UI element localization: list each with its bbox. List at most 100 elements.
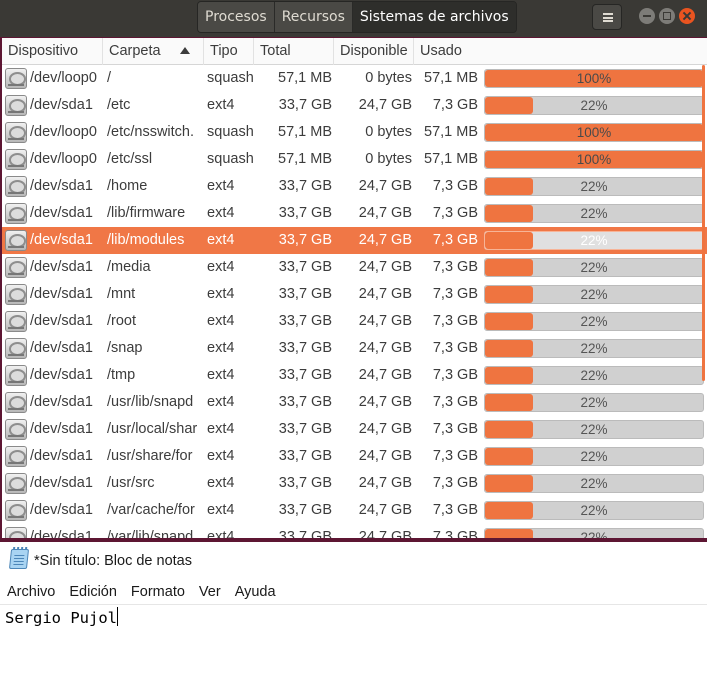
cell-total: 33,7 GB bbox=[278, 205, 332, 221]
column-header-tipo[interactable]: Tipo bbox=[204, 38, 254, 65]
column-header-dispositivo[interactable]: Dispositivo bbox=[2, 38, 103, 65]
cell-used: 7,3 GB bbox=[432, 475, 478, 491]
filesystems-table: Dispositivo Carpeta Tipo Total Disponibl… bbox=[2, 38, 707, 538]
notepad-window: *Sin título: Bloc de notas Archivo Edici… bbox=[0, 542, 707, 688]
table-row[interactable]: /dev/sda1/lib/modules ext4 33,7 GB 24,7 GB 7… bbox=[2, 227, 707, 254]
cell-device: /dev/sda1 bbox=[30, 97, 93, 113]
hard-disk-icon bbox=[5, 419, 27, 440]
cell-used: 7,3 GB bbox=[432, 97, 478, 113]
cell-directory: /etc/nsswitch. bbox=[107, 124, 195, 140]
cell-used: 7,3 GB bbox=[432, 313, 478, 329]
minimize-button[interactable] bbox=[639, 8, 655, 24]
table-row[interactable]: /dev/sda1/home ext4 33,7 GB 24,7 GB 7,3 GB 22… bbox=[2, 173, 707, 200]
table-row[interactable]: /dev/sda1/etc ext4 33,7 GB 24,7 GB 7,3 GB 22% bbox=[2, 92, 707, 119]
table-row[interactable]: /dev/sda1/media ext4 33,7 GB 24,7 GB 7,3 GB 2… bbox=[2, 254, 707, 281]
menu-archivo[interactable]: Archivo bbox=[0, 580, 62, 604]
menu-ayuda[interactable]: Ayuda bbox=[228, 580, 283, 604]
hamburger-icon bbox=[603, 13, 613, 22]
cell-available: 24,7 GB bbox=[358, 448, 412, 464]
usage-percent: 22% bbox=[580, 314, 608, 329]
table-row[interactable]: /dev/sda1/root ext4 33,7 GB 24,7 GB 7,3 GB 22… bbox=[2, 308, 707, 335]
table-row[interactable]: /dev/loop0/etc/nsswitch. squash 57,1 MB 0 b… bbox=[2, 119, 707, 146]
notepad-title: *Sin título: Bloc de notas bbox=[34, 553, 192, 569]
column-header-usado[interactable]: Usado bbox=[414, 38, 707, 65]
hamburger-menu-button[interactable] bbox=[592, 4, 622, 30]
usage-bar: 100% bbox=[484, 123, 704, 142]
cell-available: 24,7 GB bbox=[358, 178, 412, 194]
cell-total: 33,7 GB bbox=[278, 232, 332, 248]
cell-device: /dev/sda1 bbox=[30, 394, 93, 410]
cell-used: 7,3 GB bbox=[432, 367, 478, 383]
maximize-button[interactable] bbox=[659, 8, 675, 24]
column-header-carpeta[interactable]: Carpeta bbox=[103, 38, 204, 65]
sort-ascending-icon bbox=[180, 47, 190, 54]
table-row[interactable]: /dev/sda1/usr/src ext4 33,7 GB 24,7 GB 7,3 G… bbox=[2, 470, 707, 497]
cell-directory: /home bbox=[107, 178, 148, 194]
tab-sistemas-de-archivos[interactable]: Sistemas de archivos bbox=[352, 2, 516, 32]
cell-used: 7,3 GB bbox=[432, 178, 478, 194]
column-header-total[interactable]: Total bbox=[254, 38, 334, 65]
usage-percent: 100% bbox=[576, 125, 612, 140]
cell-device: /dev/loop0 bbox=[30, 70, 97, 86]
menu-ver[interactable]: Ver bbox=[192, 580, 228, 604]
close-button[interactable] bbox=[679, 8, 695, 24]
column-header-disponible[interactable]: Disponible bbox=[334, 38, 414, 65]
vertical-scrollbar[interactable] bbox=[702, 65, 705, 381]
cell-device: /dev/sda1 bbox=[30, 529, 93, 538]
usage-bar: 22% bbox=[484, 447, 704, 466]
usage-percent: 100% bbox=[576, 152, 612, 167]
cell-directory: /usr/share/for bbox=[107, 448, 193, 464]
cell-used: 57,1 MB bbox=[424, 70, 478, 86]
usage-percent: 22% bbox=[580, 422, 608, 437]
table-row[interactable]: /dev/sda1/var/lib/snapd ext4 33,7 GB 24,7 G… bbox=[2, 524, 707, 538]
cell-available: 24,7 GB bbox=[358, 367, 412, 383]
cell-available: 24,7 GB bbox=[358, 394, 412, 410]
table-row[interactable]: /dev/loop0/etc/ssl squash 57,1 MB 0 bytes 57… bbox=[2, 146, 707, 173]
cell-total: 33,7 GB bbox=[278, 286, 332, 302]
usage-bar: 22% bbox=[484, 420, 704, 439]
cell-total: 57,1 MB bbox=[278, 124, 332, 140]
cell-used: 7,3 GB bbox=[432, 421, 478, 437]
cell-total: 33,7 GB bbox=[278, 178, 332, 194]
table-row[interactable]: /dev/sda1/tmp ext4 33,7 GB 24,7 GB 7,3 GB 22% bbox=[2, 362, 707, 389]
column-header-carpeta-label: Carpeta bbox=[109, 43, 161, 59]
cell-directory: /lib/firmware bbox=[107, 205, 186, 221]
table-header: Dispositivo Carpeta Tipo Total Disponibl… bbox=[2, 38, 707, 65]
cell-available: 0 bytes bbox=[365, 151, 412, 167]
cell-directory: /snap bbox=[107, 340, 143, 356]
table-row[interactable]: /dev/sda1/usr/lib/snapd ext4 33,7 GB 24,7 G… bbox=[2, 389, 707, 416]
tab-procesos[interactable]: Procesos bbox=[198, 2, 275, 32]
table-row[interactable]: /dev/sda1/mnt ext4 33,7 GB 24,7 GB 7,3 GB 22% bbox=[2, 281, 707, 308]
cell-available: 24,7 GB bbox=[358, 502, 412, 518]
usage-percent: 22% bbox=[580, 395, 608, 410]
cell-directory: /lib/modules bbox=[107, 232, 185, 248]
cell-total: 33,7 GB bbox=[278, 259, 332, 275]
menu-formato[interactable]: Formato bbox=[124, 580, 192, 604]
usage-bar: 22% bbox=[484, 258, 704, 277]
cell-total: 33,7 GB bbox=[278, 340, 332, 356]
table-row[interactable]: /dev/sda1/lib/firmware ext4 33,7 GB 24,7 GB… bbox=[2, 200, 707, 227]
table-row[interactable]: /dev/sda1/usr/local/shar ext4 33,7 GB 24,7 … bbox=[2, 416, 707, 443]
system-monitor-titlebar: Procesos Recursos Sistemas de archivos bbox=[0, 0, 707, 37]
system-monitor-window: Procesos Recursos Sistemas de archivos D… bbox=[0, 0, 707, 542]
cell-total: 33,7 GB bbox=[278, 421, 332, 437]
cell-available: 0 bytes bbox=[365, 124, 412, 140]
cell-available: 24,7 GB bbox=[358, 529, 412, 538]
usage-bar: 22% bbox=[484, 231, 704, 250]
cell-device: /dev/sda1 bbox=[30, 232, 93, 248]
notepad-text-area[interactable]: Sergio Pujol bbox=[0, 604, 707, 688]
table-row[interactable]: /dev/sda1/snap ext4 33,7 GB 24,7 GB 7,3 GB 22… bbox=[2, 335, 707, 362]
usage-bar: 22% bbox=[484, 204, 704, 223]
tab-recursos[interactable]: Recursos bbox=[274, 2, 353, 32]
cell-available: 24,7 GB bbox=[358, 313, 412, 329]
table-row[interactable]: /dev/loop0/squash 57,1 MB 0 bytes 57,1 MB 10… bbox=[2, 65, 707, 92]
cell-directory: /var/cache/for bbox=[107, 502, 195, 518]
cell-directory: /root bbox=[107, 313, 137, 329]
notepad-icon bbox=[8, 549, 30, 569]
cell-used: 7,3 GB bbox=[432, 259, 478, 275]
menu-edicion[interactable]: Edición bbox=[62, 580, 124, 604]
cell-available: 24,7 GB bbox=[358, 232, 412, 248]
table-row[interactable]: /dev/sda1/var/cache/for ext4 33,7 GB 24,7 G… bbox=[2, 497, 707, 524]
table-row[interactable]: /dev/sda1/usr/share/for ext4 33,7 GB 24,7 G… bbox=[2, 443, 707, 470]
hard-disk-icon bbox=[5, 365, 27, 386]
